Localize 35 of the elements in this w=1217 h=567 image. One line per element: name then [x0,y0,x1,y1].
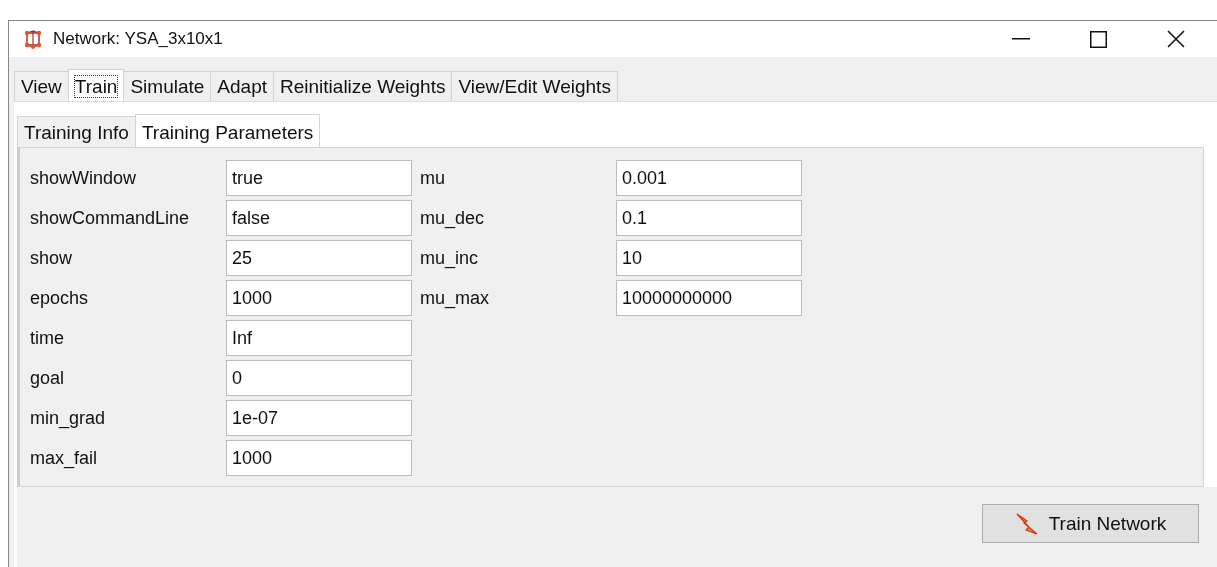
parameter-label: min_grad [30,407,107,429]
input-field[interactable]: false [226,200,412,236]
input-field[interactable]: 1000 [226,440,412,476]
input-field[interactable]: 10000000000 [616,280,802,316]
input-field[interactable]: true [226,160,412,196]
parameter-label: mu_inc [420,247,480,269]
minimize-icon[interactable] [1012,38,1030,40]
network-icon [23,29,43,49]
input-field[interactable]: 25 [226,240,412,276]
parameter-label: mu [420,167,446,189]
tab[interactable]: View [14,71,69,101]
parameter-label: mu_max [420,287,491,309]
tab[interactable]: View/Edit Weights [451,71,618,101]
train-network-button[interactable]: Train Network [982,504,1199,543]
input-field[interactable]: 0 [226,360,412,396]
tab[interactable]: Training Parameters [134,114,321,147]
close-icon[interactable] [1167,30,1185,48]
input-field[interactable]: 0.1 [616,200,802,236]
parameter-label: showCommandLine [30,207,191,229]
maximize-icon[interactable] [1090,30,1107,48]
input-field[interactable]: 1000 [226,280,412,316]
tab[interactable]: Train [67,69,125,101]
parameter-label: time [30,327,65,349]
parameter-label: goal [30,367,66,389]
tab[interactable]: Training Info [17,116,136,147]
parameter-label: max_fail [30,447,99,469]
input-field[interactable]: 0.001 [616,160,802,196]
parameter-label: showWindow [30,167,138,189]
input-field[interactable]: 10 [616,240,802,276]
parameter-label: show [30,247,74,269]
parameter-label: mu_dec [420,207,486,229]
window-title: Network: YSA_3x10x1 [53,29,223,49]
parameter-label: epochs [30,287,90,309]
input-field[interactable]: 1e-07 [226,400,412,436]
input-field[interactable]: Inf [226,320,412,356]
